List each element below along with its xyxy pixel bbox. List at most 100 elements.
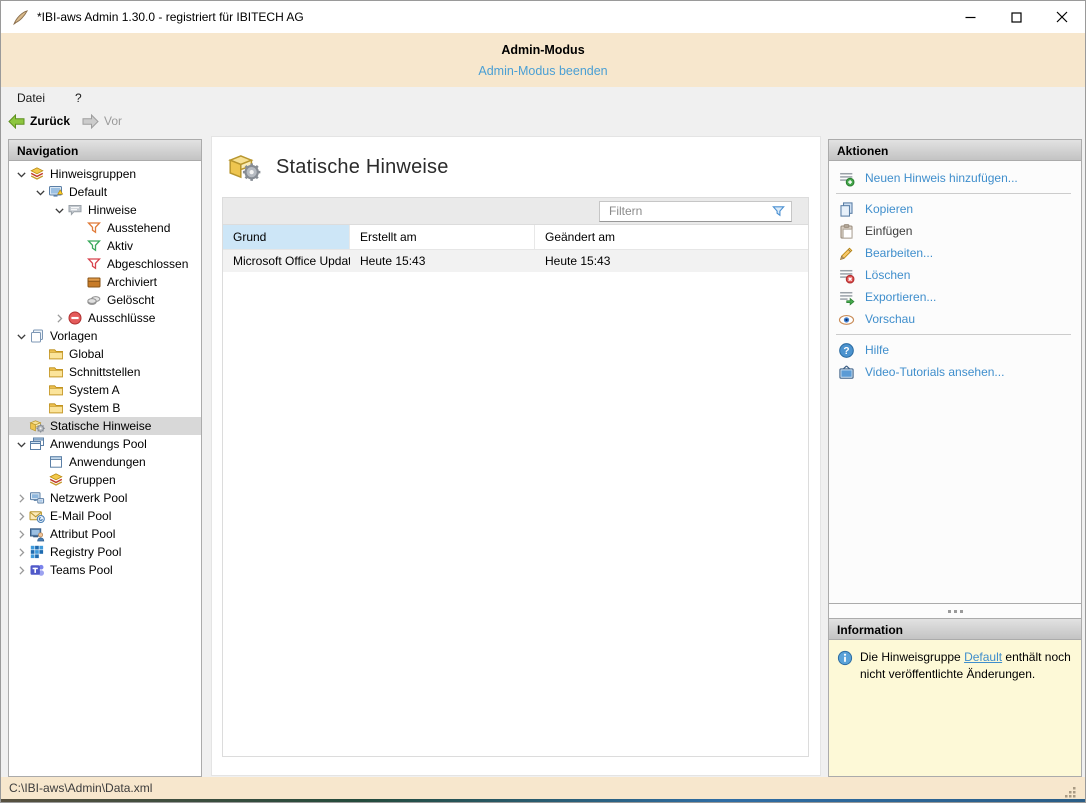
paste-gray-icon <box>838 223 855 240</box>
tree-spacer <box>70 220 86 236</box>
table-row[interactable]: Microsoft Office UpdateHeute 15:43Heute … <box>223 250 808 272</box>
filter-input[interactable] <box>602 204 771 218</box>
app-icon <box>12 9 29 26</box>
maximize-button[interactable] <box>993 1 1039 33</box>
chevron-down-icon[interactable] <box>13 436 29 452</box>
nav-item-netzwerk-pool[interactable]: Netzwerk Pool <box>9 489 201 507</box>
nav-item-gruppen[interactable]: Gruppen <box>9 471 201 489</box>
content-panel: Statische Hinweise GrundErstellt amGeänd… <box>211 136 821 776</box>
panel-splitter[interactable] <box>828 604 1082 618</box>
nav-item-hinweisgruppen[interactable]: Hinweisgruppen <box>9 165 201 183</box>
nav-item-hinweise[interactable]: Hinweise <box>9 201 201 219</box>
admin-mode-exit-link[interactable]: Admin-Modus beenden <box>1 64 1085 78</box>
funnel-green-icon <box>86 238 102 254</box>
nav-item-label: Hinweise <box>88 203 137 217</box>
note-delete-icon <box>838 267 855 284</box>
chevron-right-icon[interactable] <box>13 544 29 560</box>
pages-blue-icon <box>29 328 45 344</box>
note-export-icon <box>838 289 855 306</box>
page-title-row: Statische Hinweise <box>227 150 449 184</box>
nav-item-label: Netzwerk Pool <box>50 491 127 505</box>
nav-item-gel-scht[interactable]: Gelöscht <box>9 291 201 309</box>
nav-item-label: Anwendungen <box>69 455 146 469</box>
chevron-down-icon[interactable] <box>51 202 67 218</box>
nav-item-system-a[interactable]: System A <box>9 381 201 399</box>
nav-item-label: Vorlagen <box>50 329 97 343</box>
help-blue-icon: ? <box>838 342 855 359</box>
tree-spacer <box>70 256 86 272</box>
menu-help[interactable]: ? <box>73 89 84 107</box>
nav-item-schnittstellen[interactable]: Schnittstellen <box>9 363 201 381</box>
forward-label: Vor <box>104 114 122 128</box>
nav-item-anwendungs-pool[interactable]: Anwendungs Pool <box>9 435 201 453</box>
back-button[interactable]: Zurück <box>8 114 70 129</box>
nav-item-system-b[interactable]: System B <box>9 399 201 417</box>
nav-item-label: Global <box>69 347 104 361</box>
chevron-down-icon[interactable] <box>13 328 29 344</box>
email-icon <box>29 508 45 524</box>
information-body: Die Hinweisgruppe Default enthält noch n… <box>828 640 1082 777</box>
nav-item-global[interactable]: Global <box>9 345 201 363</box>
chevron-right-icon[interactable] <box>13 508 29 524</box>
chevron-right-icon[interactable] <box>51 310 67 326</box>
nav-item-default[interactable]: Default <box>9 183 201 201</box>
nav-item-statische-hinweise[interactable]: Statische Hinweise <box>9 417 201 435</box>
nav-item-ausstehend[interactable]: Ausstehend <box>9 219 201 237</box>
chevron-down-icon[interactable] <box>32 184 48 200</box>
action-einf-gen: Einfügen <box>829 220 1081 242</box>
video-tv-icon <box>838 364 855 381</box>
action-hilfe[interactable]: ?Hilfe <box>829 339 1081 361</box>
nav-item-label: Default <box>69 185 107 199</box>
nav-item-abgeschlossen[interactable]: Abgeschlossen <box>9 255 201 273</box>
column-header-ge-ndert-am[interactable]: Geändert am <box>535 225 808 249</box>
nav-item-e-mail-pool[interactable]: E-Mail Pool <box>9 507 201 525</box>
tree-spacer <box>70 274 86 290</box>
chevron-down-icon[interactable] <box>13 166 29 182</box>
action-label: Video-Tutorials ansehen... <box>865 365 1004 379</box>
column-header-grund[interactable]: Grund <box>223 225 350 249</box>
action-bearbeiten[interactable]: Bearbeiten... <box>829 242 1081 264</box>
status-file-path: C:\IBI-aws\Admin\Data.xml <box>9 781 152 795</box>
nav-item-archiviert[interactable]: Archiviert <box>9 273 201 291</box>
menu-datei[interactable]: Datei <box>15 89 47 107</box>
teams-icon <box>29 562 45 578</box>
action-vorschau[interactable]: Vorschau <box>829 308 1081 330</box>
nav-item-label: Ausstehend <box>107 221 170 235</box>
nav-item-ausschl-sse[interactable]: Ausschlüsse <box>9 309 201 327</box>
minimize-button[interactable] <box>947 1 993 33</box>
back-label: Zurück <box>30 114 70 128</box>
forward-button[interactable]: Vor <box>82 114 122 129</box>
information-text: Die Hinweisgruppe Default enthält noch n… <box>860 649 1073 776</box>
exclusion-red-icon <box>67 310 83 326</box>
info-default-link[interactable]: Default <box>964 650 1002 664</box>
table-header-row: GrundErstellt amGeändert am <box>223 225 808 250</box>
nav-item-registry-pool[interactable]: Registry Pool <box>9 543 201 561</box>
action-neuen-hinweis-hinzuf-gen[interactable]: Neuen Hinweis hinzufügen... <box>829 167 1081 189</box>
action-kopieren[interactable]: Kopieren <box>829 198 1081 220</box>
chevron-right-icon[interactable] <box>13 526 29 542</box>
chevron-right-icon[interactable] <box>13 490 29 506</box>
title-bar: *IBI-aws Admin 1.30.0 - registriert für … <box>1 1 1085 33</box>
information-header: Information <box>828 618 1082 640</box>
nav-item-attribut-pool[interactable]: Attribut Pool <box>9 525 201 543</box>
layers-yellow-icon <box>29 166 45 182</box>
column-header-erstellt-am[interactable]: Erstellt am <box>350 225 535 249</box>
nav-item-teams-pool[interactable]: Teams Pool <box>9 561 201 579</box>
admin-mode-banner: Admin-Modus Admin-Modus beenden <box>1 33 1085 87</box>
nav-item-label: Attribut Pool <box>50 527 115 541</box>
resize-grip[interactable] <box>1063 785 1077 799</box>
nav-item-vorlagen[interactable]: Vorlagen <box>9 327 201 345</box>
static-hints-icon <box>227 150 261 184</box>
nav-item-aktiv[interactable]: Aktiv <box>9 237 201 255</box>
table-cell: Heute 15:43 <box>350 254 535 268</box>
action-l-schen[interactable]: Löschen <box>829 264 1081 286</box>
navigation-header: Navigation <box>8 139 202 161</box>
chevron-right-icon[interactable] <box>13 562 29 578</box>
action-exportieren[interactable]: Exportieren... <box>829 286 1081 308</box>
nav-item-label: Archiviert <box>107 275 157 289</box>
filter-funnel-icon[interactable] <box>771 204 786 219</box>
nav-item-anwendungen[interactable]: Anwendungen <box>9 453 201 471</box>
close-button[interactable] <box>1039 1 1085 33</box>
action-video-tutorials-ansehen[interactable]: Video-Tutorials ansehen... <box>829 361 1081 383</box>
copy-blue-icon <box>838 201 855 218</box>
